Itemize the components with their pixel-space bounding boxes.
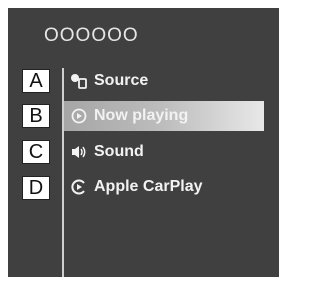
menu-divider-line bbox=[62, 68, 64, 277]
source-icon bbox=[70, 73, 88, 89]
menu-item-sound[interactable]: Sound bbox=[64, 139, 279, 165]
callout-label-c: C bbox=[22, 140, 50, 164]
menu-item-label: Apple CarPlay bbox=[94, 178, 203, 195]
menu-item-label: Sound bbox=[94, 143, 144, 160]
callout-label-a: A bbox=[22, 69, 50, 93]
menu-item-apple-carplay[interactable]: Apple CarPlay bbox=[64, 174, 279, 200]
menu-item-now-playing[interactable]: Now playing bbox=[64, 101, 264, 131]
menu-item-source[interactable]: Source bbox=[64, 68, 279, 94]
screen-title: OOOOOO bbox=[44, 25, 139, 46]
menu-item-label: Now playing bbox=[94, 107, 189, 124]
carplay-icon bbox=[70, 179, 88, 195]
speaker-icon bbox=[70, 144, 88, 160]
infotainment-screen: OOOOOO A B C D Source Now playing Sound … bbox=[8, 8, 279, 277]
callout-label-d: D bbox=[22, 176, 50, 200]
callout-label-b: B bbox=[22, 104, 50, 128]
menu-item-label: Source bbox=[94, 72, 149, 89]
play-icon bbox=[70, 108, 88, 124]
